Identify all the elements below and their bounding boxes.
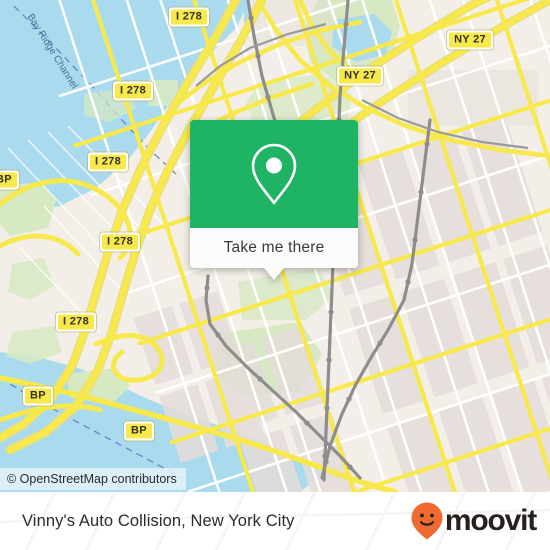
- road-shield-bp-2[interactable]: BP: [124, 421, 154, 441]
- moovit-wordmark: moovit: [444, 504, 537, 537]
- moovit-smiley-pin-icon: [411, 502, 443, 540]
- moovit-brand[interactable]: moovit: [410, 501, 537, 541]
- road-shield-i278-2[interactable]: I 278: [113, 81, 153, 101]
- road-shield-ny27-1[interactable]: NY 27: [337, 66, 383, 86]
- osm-attribution-bar[interactable]: © OpenStreetMap contributors: [0, 468, 186, 490]
- take-me-there-label: Take me there: [223, 239, 325, 256]
- road-shield-i278-5[interactable]: I 278: [56, 312, 96, 332]
- page-title: Vinny's Auto Collision, New York City: [22, 511, 295, 530]
- location-callout[interactable]: Take me there: [190, 120, 358, 280]
- road-shield-bp-1[interactable]: BP: [23, 386, 53, 406]
- road-shield-i278-4[interactable]: I 278: [100, 232, 140, 252]
- map-canvas[interactable]: Bay Ridge Channel I 278 I 278 I 278 I 27…: [0, 0, 550, 492]
- take-me-there-button[interactable]: Take me there: [190, 228, 358, 280]
- road-shield-bp-3[interactable]: BP: [0, 170, 19, 190]
- callout-pin-area: [190, 120, 358, 228]
- map-screenshot: Bay Ridge Channel I 278 I 278 I 278 I 27…: [0, 0, 550, 550]
- road-shield-i278-1[interactable]: I 278: [169, 7, 209, 27]
- callout-pointer: [264, 268, 284, 280]
- map-pin-icon: [251, 143, 297, 205]
- osm-attribution-text: © OpenStreetMap contributors: [7, 472, 177, 486]
- road-shield-i278-3[interactable]: I 278: [88, 152, 128, 172]
- road-shield-ny27-2[interactable]: NY 27: [447, 30, 493, 50]
- footer-bar: Vinny's Auto Collision, New York City mo…: [0, 492, 550, 550]
